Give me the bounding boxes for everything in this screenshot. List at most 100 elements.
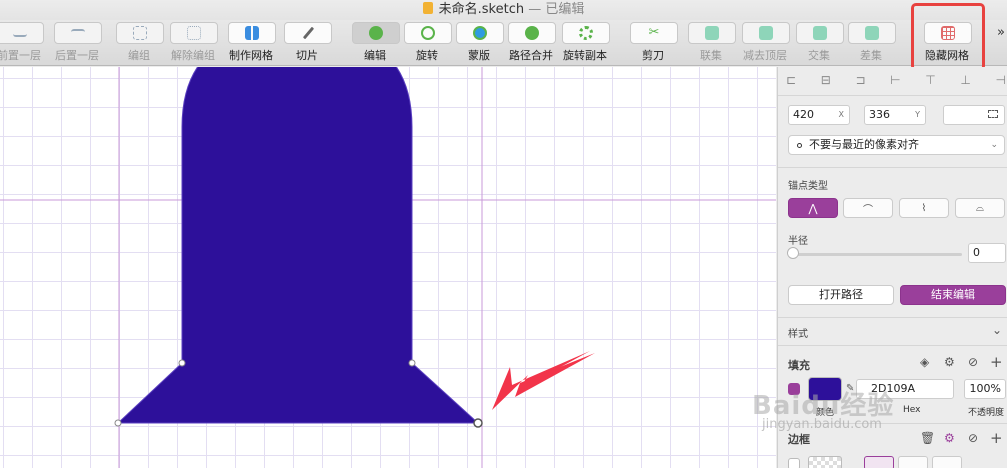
align-top-icon[interactable]: ⊤ <box>925 73 935 89</box>
anchor-type-label: 锚点类型 <box>788 181 828 192</box>
border-position-outside-button[interactable] <box>932 456 962 468</box>
mask-icon <box>473 26 487 40</box>
intersect-icon <box>813 26 827 40</box>
window-title: 未命名.sketch <box>438 2 525 17</box>
bring-forward-icon <box>13 29 27 37</box>
canvas-drawing <box>0 67 776 468</box>
edit-icon <box>369 26 383 40</box>
divider <box>778 317 1007 318</box>
anchor-mirrored-button[interactable]: ⌒ <box>843 198 893 218</box>
align-right-icon[interactable]: ⊐ <box>855 73 865 89</box>
finish-editing-button[interactable]: 结束编辑 <box>900 285 1006 305</box>
sketch-window: 未命名.sketch — 已编辑 前置一层 后置一层 编组 解除编组 制作网格 … <box>0 0 1007 468</box>
divider <box>778 345 1007 346</box>
open-path-button[interactable]: 打开路径 <box>788 285 894 305</box>
ungroup-button[interactable]: 解除编组 <box>166 22 220 64</box>
add-border-icon[interactable]: + <box>990 429 1003 447</box>
gear-icon[interactable]: ⚙ <box>944 355 955 369</box>
document-icon <box>422 2 433 14</box>
x-position-field[interactable]: 420 X <box>788 105 850 125</box>
document-status: 已编辑 <box>545 2 585 17</box>
disconnected-anchor-icon: ⌇ <box>921 202 927 214</box>
y-position-field[interactable]: 336 Y <box>864 105 926 125</box>
border-color-swatch[interactable] <box>808 456 842 468</box>
align-center-icon[interactable]: ⊟ <box>821 73 831 89</box>
scissors-icon: ✂ <box>648 25 660 40</box>
radius-slider-track[interactable] <box>792 253 962 256</box>
chevron-down-icon[interactable]: ⌄ <box>992 323 1002 337</box>
align-left-icon[interactable]: ⊏ <box>786 73 796 89</box>
bring-forward-button[interactable]: 前置一层 <box>0 22 46 64</box>
red-arrow-shaft <box>515 353 595 397</box>
align-bottom-icon[interactable]: ⊣ <box>995 73 1005 89</box>
fill-label: 填充 <box>788 359 810 372</box>
alignment-toolbar: ⊏ ⊟ ⊐ ⊢ ⊤ ⊥ ⊣ <box>786 73 1006 89</box>
group-icon <box>133 26 147 40</box>
difference-button[interactable]: 差集 <box>844 22 898 64</box>
radio-dot-icon <box>797 143 802 148</box>
send-backward-icon <box>71 29 85 37</box>
rotate-copies-button[interactable]: 旋转副本 <box>558 22 612 64</box>
difference-icon <box>865 26 879 40</box>
radius-field[interactable]: 0 <box>968 243 1006 263</box>
gear-icon[interactable]: ⚙ <box>944 431 955 445</box>
slice-button[interactable]: 切片 <box>280 22 334 64</box>
divider <box>778 167 1007 168</box>
pixel-snap-dropdown[interactable]: 不要与最近的像素对齐 ⌄ <box>788 135 1005 155</box>
slice-icon <box>302 26 314 40</box>
distribute-icon[interactable]: ⊢ <box>890 73 900 89</box>
rotate-copies-icon <box>579 26 593 40</box>
anchor-asymmetric-button[interactable]: ⌓ <box>955 198 1005 218</box>
ungroup-icon <box>187 26 201 40</box>
subtract-button[interactable]: 减去顶层 <box>738 22 792 64</box>
selected-shape[interactable] <box>116 67 480 424</box>
anchor-point[interactable] <box>408 359 416 367</box>
scissors-button[interactable]: ✂ 剪刀 <box>626 22 680 64</box>
add-fill-icon[interactable]: + <box>990 353 1003 371</box>
anchor-disconnected-button[interactable]: ⌇ <box>899 198 949 218</box>
divider <box>778 95 1007 96</box>
fill-opacity-caption: 不透明度 <box>968 408 1005 418</box>
border-position-inside-button[interactable] <box>864 456 894 468</box>
selection-icon <box>988 110 998 118</box>
trash-icon[interactable]: 🗑 <box>920 431 935 445</box>
anchor-point[interactable] <box>114 419 122 427</box>
straight-anchor-icon: ⋀ <box>808 201 818 215</box>
border-position-center-button[interactable] <box>898 456 928 468</box>
anchor-straight-button[interactable]: ⋀ <box>788 198 838 218</box>
chevron-down-icon: ⌄ <box>990 140 998 150</box>
group-button[interactable]: 编组 <box>112 22 166 64</box>
border-label: 边框 <box>788 433 810 446</box>
make-grid-icon <box>245 26 259 40</box>
blend-icon[interactable]: ⊘ <box>968 355 978 369</box>
flatten-icon <box>525 26 539 40</box>
resize-selection-button[interactable] <box>943 105 1005 125</box>
send-backward-button[interactable]: 后置一层 <box>50 22 104 64</box>
fill-hex-caption: Hex <box>903 405 921 415</box>
title-bar: 未命名.sketch — 已编辑 <box>0 0 1007 20</box>
border-enabled-checkbox[interactable] <box>788 458 800 468</box>
toolbar: 前置一层 后置一层 编组 解除编组 制作网格 切片 编辑 旋转 蒙版 路径合并 … <box>0 20 1007 66</box>
union-icon <box>705 26 719 40</box>
canvas[interactable] <box>0 67 776 468</box>
style-section-label: 样式 <box>788 329 808 340</box>
layers-icon[interactable]: ◈ <box>920 355 929 369</box>
blend-icon[interactable]: ⊘ <box>968 431 978 445</box>
anchor-point[interactable] <box>178 359 186 367</box>
subtract-icon <box>759 26 773 40</box>
highlight-annotation <box>911 3 985 71</box>
mirrored-anchor-icon: ⌒ <box>863 204 873 216</box>
toolbar-overflow-button[interactable]: » <box>997 25 1005 40</box>
radius-slider-knob[interactable] <box>787 247 799 259</box>
anchor-point-selected[interactable] <box>473 418 483 428</box>
watermark-url: jingyan.baidu.com <box>762 417 882 432</box>
make-grid-button[interactable]: 制作网格 <box>224 22 278 64</box>
align-middle-icon[interactable]: ⊥ <box>960 73 970 89</box>
flatten-button[interactable]: 路径合并 <box>504 22 558 64</box>
fill-opacity-field[interactable]: 100% <box>964 379 1006 399</box>
asymmetric-anchor-icon: ⌓ <box>976 202 984 214</box>
union-button[interactable]: 联集 <box>684 22 738 64</box>
window-separator: — <box>524 2 546 17</box>
radius-label: 半径 <box>788 236 808 247</box>
rotate-icon <box>421 26 435 40</box>
